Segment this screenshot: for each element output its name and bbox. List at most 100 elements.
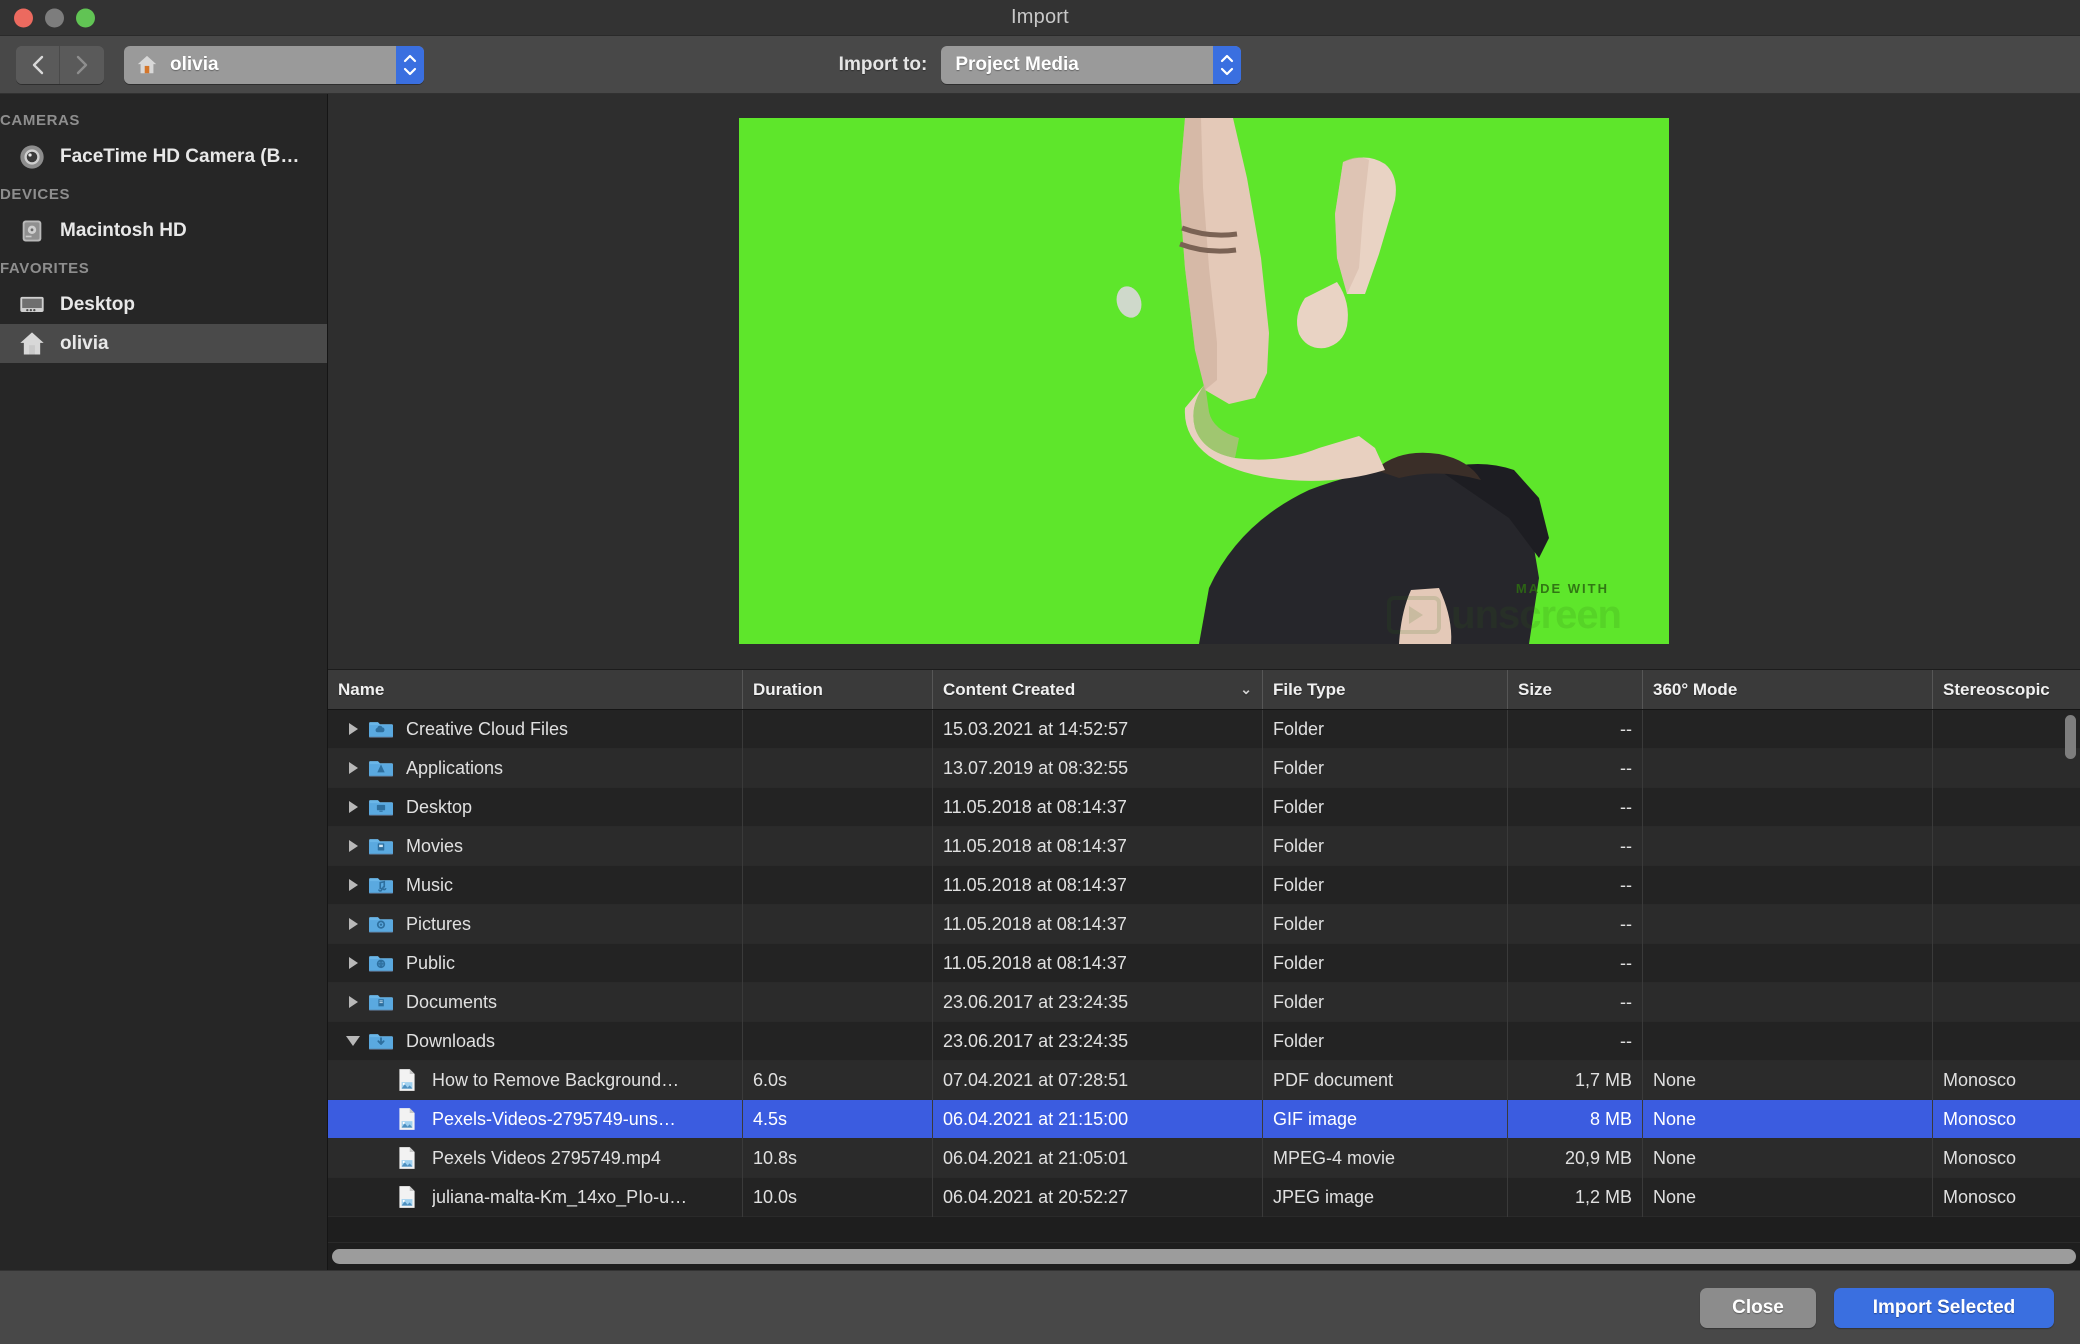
horizontal-scrollbar-thumb[interactable] [332, 1249, 2076, 1264]
disclosure-closed-icon[interactable] [342, 757, 364, 779]
disclosure-closed-icon[interactable] [342, 796, 364, 818]
cell-size-label: -- [1620, 835, 1632, 856]
file-name-label: Pexels Videos 2795749.mp4 [432, 1147, 661, 1168]
folder-music-icon [369, 878, 393, 894]
cell-duration-label: 10.8s [753, 1147, 798, 1168]
cell-created: 15.03.2021 at 14:52:57 [933, 710, 1263, 749]
minimize-window-button[interactable] [45, 8, 64, 27]
sidebar-item-desktop[interactable]: Desktop [0, 285, 327, 324]
cell-filetype-label: Folder [1273, 874, 1325, 895]
sidebar-section-title: CAMERAS [0, 112, 81, 129]
cell-created-label: 11.05.2018 at 08:14:37 [943, 913, 1127, 934]
import-to-select[interactable]: Project Media [941, 45, 1242, 84]
cell-created: 11.05.2018 at 08:14:37 [933, 943, 1263, 983]
table-row[interactable]: Downloads 23.06.2017 at 23:24:35 Folder -- [328, 1021, 2080, 1061]
table-row[interactable]: Movies 11.05.2018 at 08:14:37 Folder -- [328, 826, 2080, 866]
cell-size-label: -- [1620, 952, 1632, 973]
table-row[interactable]: juliana-malta-Km_14xo_PIo-u… 10.0s 06.04.2… [328, 1177, 2080, 1217]
path-popup-stepper[interactable] [396, 45, 424, 84]
disclosure-closed-icon[interactable] [342, 952, 364, 974]
folder-creativecloud-icon [369, 722, 393, 738]
unscreen-watermark: unscreen [1387, 593, 1622, 638]
table-row[interactable]: Desktop 11.05.2018 at 08:14:37 Folder -- [328, 787, 2080, 827]
cell-duration: 10.8s [743, 1138, 933, 1178]
sort-indicator-icon: ⌄ [1240, 681, 1252, 697]
maximize-window-button[interactable] [76, 8, 95, 27]
cell-mode360: None [1643, 1060, 1933, 1100]
table-row[interactable]: Applications 13.07.2019 at 08:32:55 Folder… [328, 748, 2080, 788]
sidebar-section-title: FAVORITES [0, 260, 90, 277]
column-header-created[interactable]: Content Created ⌄ [933, 670, 1263, 709]
column-header-name[interactable]: Name [328, 670, 743, 709]
cell-mode360 [1643, 710, 1933, 749]
table-row[interactable]: Pictures 11.05.2018 at 08:14:37 Folder -- [328, 904, 2080, 944]
cell-duration: 10.0s [743, 1177, 933, 1217]
column-header-duration[interactable]: Duration [743, 670, 933, 709]
file-name-label: Downloads [406, 1030, 496, 1051]
table-row[interactable]: Creative Cloud Files 15.03.2021 at 14:52:… [328, 710, 2080, 749]
cell-filetype: PDF document [1263, 1060, 1508, 1100]
cell-stereoscopic [1933, 944, 2080, 983]
column-header-size[interactable]: Size [1508, 670, 1643, 709]
path-popup-button[interactable]: olivia [124, 45, 424, 84]
column-header-mode360[interactable]: 360° Mode [1643, 670, 1933, 709]
back-button[interactable] [16, 45, 60, 84]
cell-mode360 [1643, 865, 1933, 905]
cell-size-label: 1,2 MB [1574, 1186, 1632, 1207]
table-row[interactable]: Public 11.05.2018 at 08:14:37 Folder -- [328, 943, 2080, 983]
cell-created: 06.04.2021 at 20:52:27 [933, 1177, 1263, 1217]
camera-icon [20, 144, 44, 169]
file-name-label: Public [406, 952, 456, 973]
cell-created-label: 11.05.2018 at 08:14:37 [943, 796, 1127, 817]
table-row[interactable]: Pexels-Videos-2795749-uns… 4.5s 06.04.2021… [328, 1099, 2080, 1139]
import-selected-button[interactable]: Import Selected [1834, 1287, 2054, 1328]
chevron-down-icon [403, 67, 417, 75]
vertical-scrollbar-thumb[interactable] [2065, 715, 2076, 759]
cell-duration-label: 6.0s [753, 1069, 788, 1090]
cell-size: -- [1508, 904, 1643, 944]
cell-duration [743, 982, 933, 1022]
cell-size: -- [1508, 865, 1643, 905]
media-preview-image[interactable]: MADE WITH unscreen [739, 117, 1669, 644]
cell-name: Pexels Videos 2795749.mp4 [328, 1138, 743, 1178]
forward-button[interactable] [60, 45, 104, 84]
close-window-button[interactable] [14, 8, 33, 27]
table-row[interactable]: Music 11.05.2018 at 08:14:37 Folder -- [328, 865, 2080, 905]
horizontal-scrollbar[interactable] [328, 1242, 2080, 1270]
cell-created: 11.05.2018 at 08:14:37 [933, 826, 1263, 866]
disclosure-open-icon[interactable] [342, 1030, 364, 1052]
table-row[interactable]: How to Remove Background… 6.0s 07.04.2021 … [328, 1060, 2080, 1100]
dialog-body: CAMERAS FaceTime HD Camera (B… DEVICES Maci… [0, 94, 2080, 1270]
disclosure-closed-icon[interactable] [342, 991, 364, 1013]
cell-filetype: Folder [1263, 787, 1508, 827]
vertical-scrollbar[interactable] [2062, 711, 2078, 1242]
sidebar-item-macintosh-hd[interactable]: Macintosh HD [0, 211, 327, 250]
disclosure-closed-icon[interactable] [342, 874, 364, 896]
disclosure-closed-icon[interactable] [342, 835, 364, 857]
column-header-label: 360° Mode [1653, 679, 1738, 699]
close-button[interactable]: Close [1700, 1287, 1816, 1328]
sidebar-item-facetime-hd-camera-b[interactable]: FaceTime HD Camera (B… [0, 137, 327, 176]
cell-filetype-label: Folder [1273, 718, 1325, 739]
column-header-filetype[interactable]: File Type [1263, 670, 1508, 709]
cell-filetype: Folder [1263, 982, 1508, 1022]
cell-duration [743, 943, 933, 983]
cell-name: Pexels-Videos-2795749-uns… [328, 1099, 743, 1139]
file-name-label: Music [406, 874, 454, 895]
table-row[interactable]: Documents 23.06.2017 at 23:24:35 Folder -- [328, 982, 2080, 1022]
folder-applications-icon [369, 761, 393, 777]
import-to-stepper[interactable] [1213, 45, 1242, 84]
cell-stereoscopic: Monosco [1933, 1100, 2080, 1139]
sidebar-item-olivia[interactable]: olivia [0, 324, 327, 363]
cell-duration [743, 904, 933, 944]
sidebar-item-label: Macintosh HD [60, 219, 187, 241]
cell-stereoscopic [1933, 788, 2080, 827]
disclosure-closed-icon[interactable] [342, 718, 364, 740]
disclosure-closed-icon[interactable] [342, 913, 364, 935]
column-header-stereoscopic[interactable]: Stereoscopic [1933, 670, 2080, 709]
cell-size-label: 8 MB [1589, 1108, 1632, 1129]
dialog-footer: Close Import Selected [0, 1270, 2080, 1344]
table-row[interactable]: Pexels Videos 2795749.mp4 10.8s 06.04.2021… [328, 1138, 2080, 1178]
cell-mode360 [1643, 826, 1933, 866]
cell-stereoscopic: Monosco [1933, 1178, 2080, 1217]
